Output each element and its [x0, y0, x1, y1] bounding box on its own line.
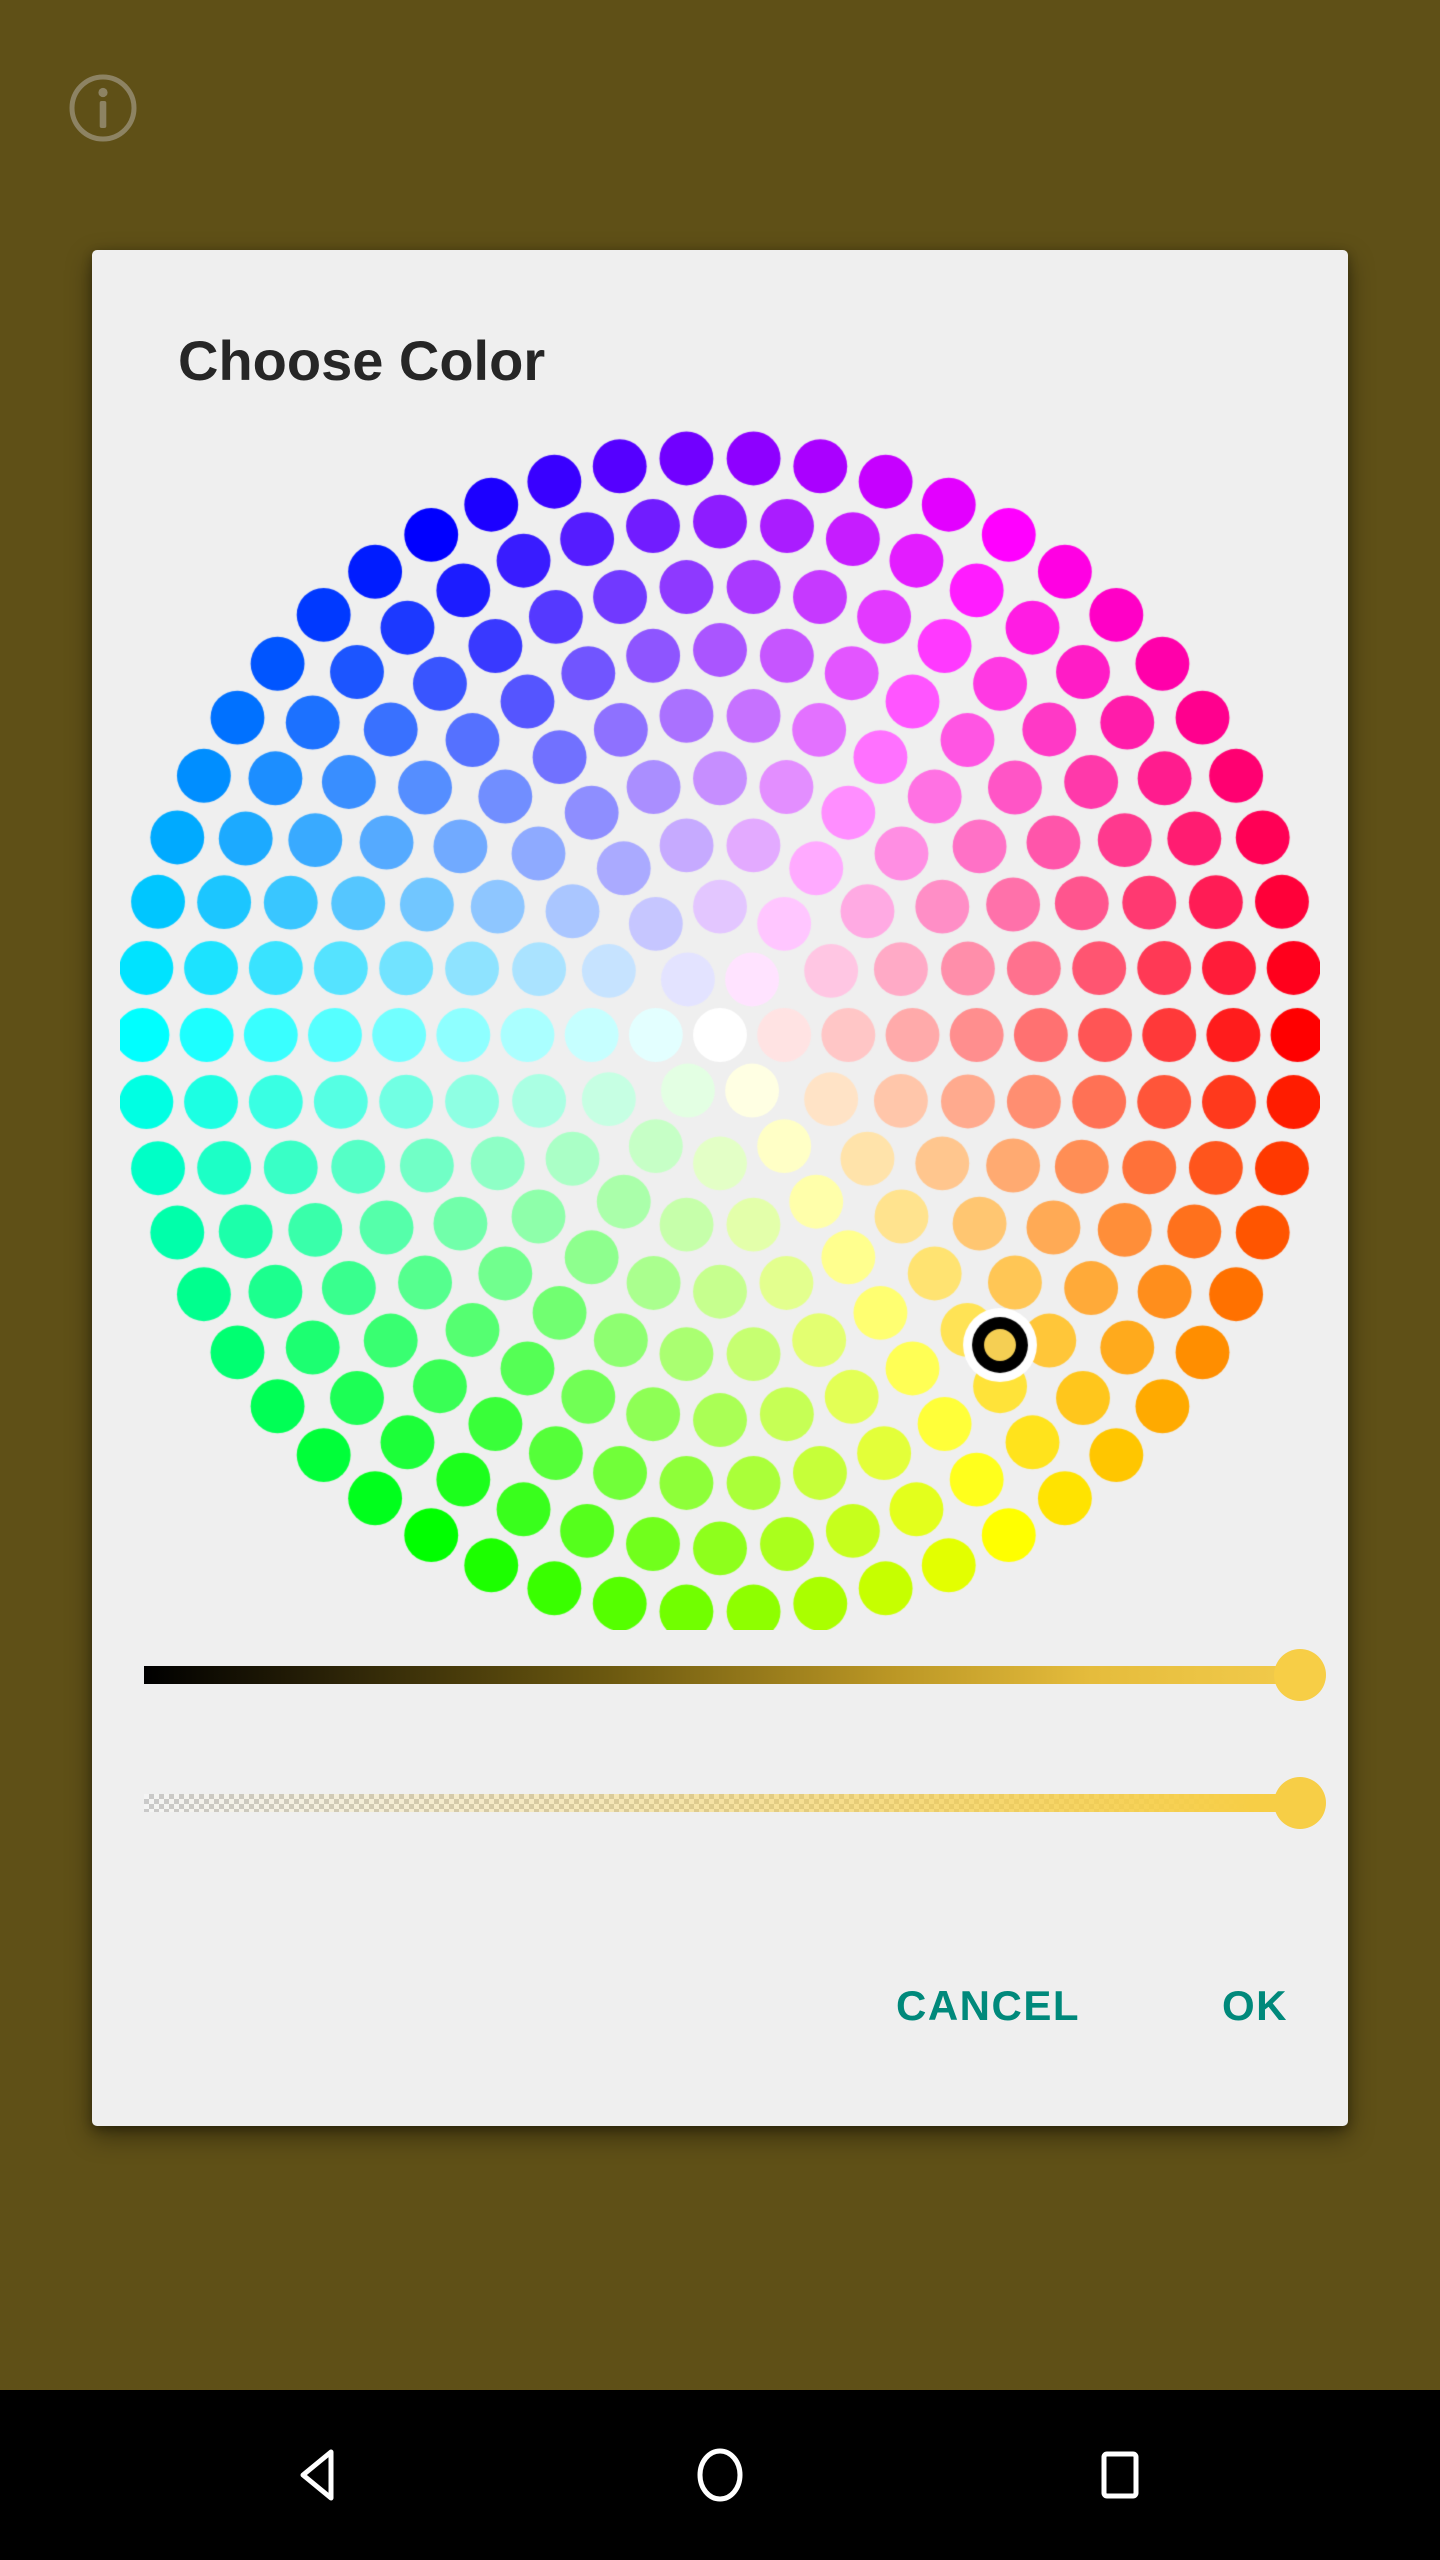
home-circle-icon[interactable] — [620, 2390, 820, 2560]
brightness-slider-track[interactable] — [144, 1666, 1300, 1684]
color-wheel[interactable] — [120, 420, 1320, 1630]
color-wheel-canvas[interactable] — [120, 420, 1320, 1630]
info-circle-icon[interactable] — [67, 72, 139, 144]
dialog-actions: CANCEL OK — [92, 1940, 1348, 2080]
brightness-slider[interactable] — [144, 1645, 1326, 1705]
ok-button[interactable]: OK — [1202, 1966, 1308, 2046]
page-title: Choose Color — [178, 329, 546, 392]
recents-square-icon[interactable] — [1020, 2390, 1220, 2560]
alpha-slider-track[interactable] — [144, 1794, 1300, 1812]
alpha-slider-thumb[interactable] — [1274, 1777, 1326, 1829]
back-triangle-icon[interactable] — [220, 2390, 420, 2560]
screen: Choose Color CANCEL OK — [0, 0, 1440, 2560]
brightness-slider-thumb[interactable] — [1274, 1649, 1326, 1701]
choose-color-dialog: Choose Color CANCEL OK — [92, 250, 1348, 2126]
android-navigation-bar — [0, 2390, 1440, 2560]
alpha-slider[interactable] — [144, 1773, 1326, 1833]
cancel-button[interactable]: CANCEL — [876, 1966, 1100, 2046]
alpha-slider-fill — [144, 1794, 1300, 1812]
